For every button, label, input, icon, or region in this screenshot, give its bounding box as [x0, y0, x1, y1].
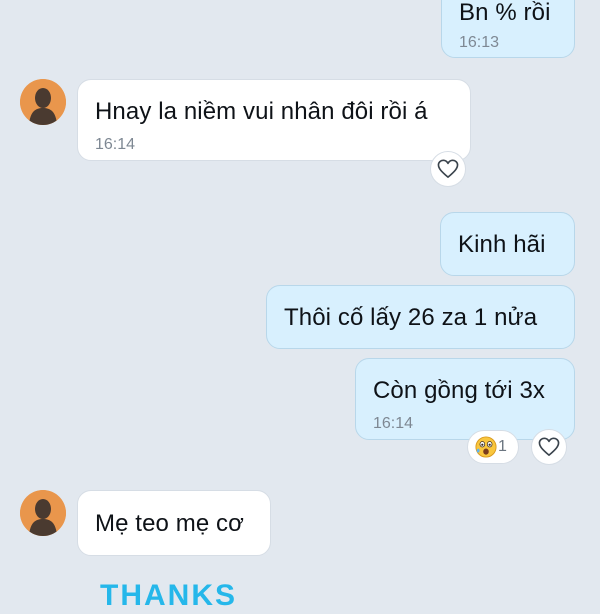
- incoming-message-bubble[interactable]: Mẹ teo mẹ cơ: [77, 490, 271, 556]
- message-text: Còn gồng tới 3x: [373, 377, 546, 404]
- outgoing-message-bubble[interactable]: Kinh hãi: [440, 212, 575, 276]
- heart-outline-icon: [538, 437, 560, 456]
- message-text: Kinh hãi: [458, 231, 546, 258]
- heart-outline-icon: [437, 159, 459, 178]
- avatar-silhouette-icon: [20, 79, 66, 125]
- surprised-face-emoji: [475, 436, 497, 458]
- outgoing-message-bubble[interactable]: Thôi cố lấy 26 za 1 nửa: [266, 285, 575, 349]
- reaction-summary-pill[interactable]: 1: [467, 430, 519, 464]
- outgoing-message-bubble[interactable]: Còn gồng tới 3x 16:14: [355, 358, 575, 440]
- outgoing-message-bubble[interactable]: Bn % rồi 16:13: [441, 0, 575, 58]
- react-heart-button[interactable]: [531, 429, 567, 465]
- message-text: Mẹ teo mẹ cơ: [95, 510, 244, 537]
- message-timestamp: 16:14: [95, 136, 136, 153]
- message-timestamp: 16:14: [373, 415, 414, 432]
- sender-avatar[interactable]: [20, 79, 66, 125]
- message-timestamp: 16:13: [459, 34, 500, 51]
- incoming-message-bubble[interactable]: Hnay la niềm vui nhân đôi rồi á 16:14: [77, 79, 471, 161]
- sender-avatar[interactable]: [20, 490, 66, 536]
- reaction-count: 1: [498, 438, 507, 455]
- avatar-silhouette-icon: [20, 490, 66, 536]
- chat-message-list[interactable]: Bn % rồi 16:13 Hnay la niềm vui nhân đôi…: [0, 0, 600, 612]
- message-text: Bn % rồi: [459, 0, 551, 26]
- thanks-sticker[interactable]: THANKS: [100, 578, 237, 614]
- message-text: Thôi cố lấy 26 za 1 nửa: [284, 304, 538, 331]
- message-text: Hnay la niềm vui nhân đôi rồi á: [95, 98, 428, 125]
- react-heart-button[interactable]: [430, 151, 466, 187]
